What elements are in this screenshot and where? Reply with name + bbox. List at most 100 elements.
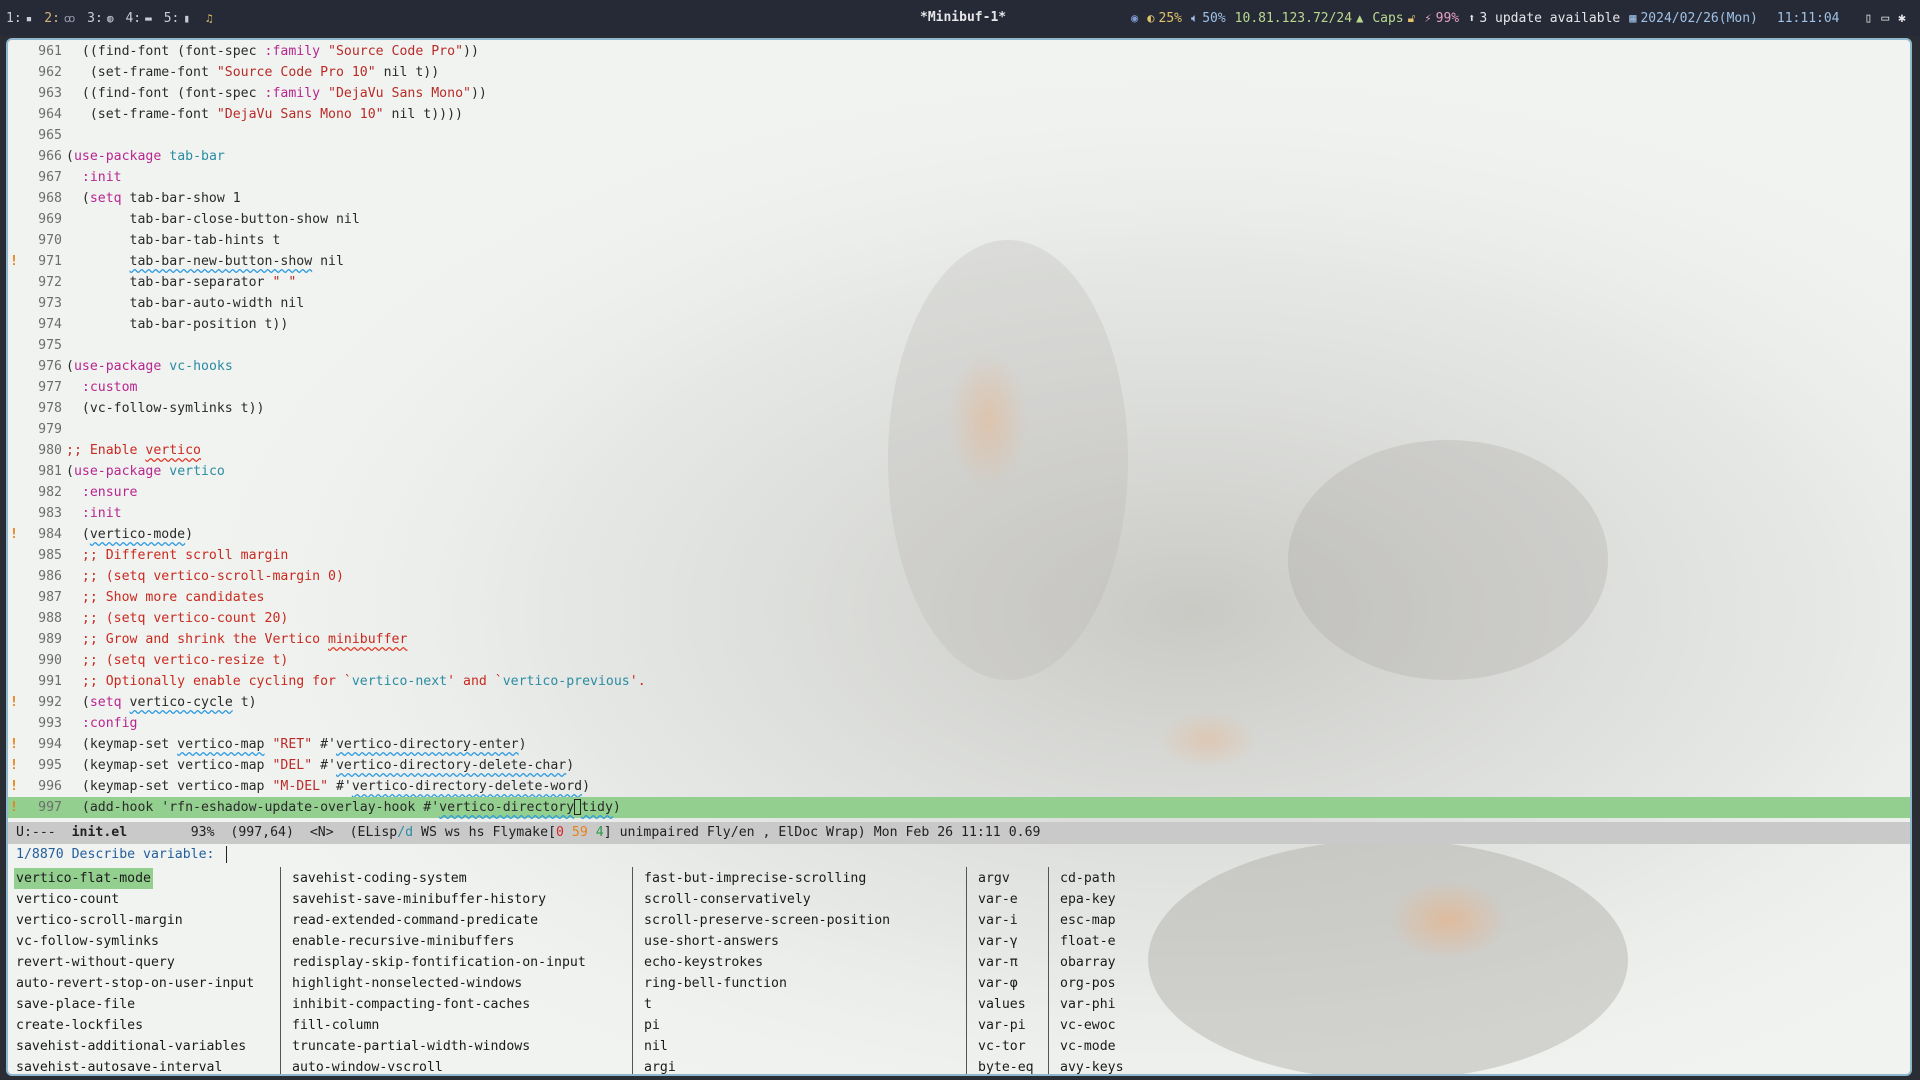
candidate-item[interactable]: revert-without-query	[14, 952, 177, 973]
candidate-item[interactable]: inhibit-compacting-font-caches	[290, 994, 532, 1015]
code-line[interactable]: 963 ((find-font (font-spec :family "Deja…	[8, 83, 1910, 104]
candidate-item[interactable]: argi	[642, 1057, 678, 1074]
code-line[interactable]: 962 (set-frame-font "Source Code Pro 10"…	[8, 62, 1910, 83]
brightness-indicator[interactable]: ◐ 25%	[1147, 11, 1182, 26]
candidate-item[interactable]: obarray	[1058, 952, 1118, 973]
code-line[interactable]: 975	[8, 335, 1910, 356]
candidate-item[interactable]: var-φ	[976, 973, 1020, 994]
candidate-item[interactable]: echo-keystrokes	[642, 952, 765, 973]
candidate-item[interactable]: enable-recursive-minibuffers	[290, 931, 516, 952]
candidate-item[interactable]: var-γ	[976, 931, 1020, 952]
code-line[interactable]: 970 tab-bar-tab-hints t	[8, 230, 1910, 251]
buffer-name[interactable]: init.el	[72, 825, 128, 840]
candidate-item[interactable]: var-phi	[1058, 994, 1118, 1015]
code-line[interactable]: 972 tab-bar-separator " "	[8, 272, 1910, 293]
code-line[interactable]: 974 tab-bar-position t))	[8, 314, 1910, 335]
network-indicator[interactable]: 10.81.123.72/24 ▲	[1235, 11, 1364, 26]
current-code-line[interactable]: ! 997 (add-hook 'rfn-eshadow-update-overl…	[8, 797, 1910, 818]
code-line[interactable]: 991 ;; Optionally enable cycling for `ve…	[8, 671, 1910, 692]
code-line[interactable]: ! 992 (setq vertico-cycle t)	[8, 692, 1910, 713]
workspace-5[interactable]: 5: ▮	[164, 11, 190, 26]
code-line[interactable]: 968 (setq tab-bar-show 1	[8, 188, 1910, 209]
visibility-indicator[interactable]: ◉	[1131, 11, 1138, 25]
minor-modes[interactable]: WS ws hs Flymake[	[413, 825, 556, 840]
candidate-item[interactable]: savehist-autosave-interval	[14, 1057, 224, 1074]
code-line[interactable]: ! 996 (keymap-set vertico-map "M-DEL" #'v…	[8, 776, 1910, 797]
code-line[interactable]: 969 tab-bar-close-button-show nil	[8, 209, 1910, 230]
code-line[interactable]: 965	[8, 125, 1910, 146]
workspace-3[interactable]: 3: ◍	[87, 11, 113, 26]
phone-icon[interactable]: ▯	[1865, 11, 1873, 26]
battery-indicator[interactable]: ⚡︎ 99%	[1424, 11, 1459, 26]
volume-indicator[interactable]: 🔈︎ 50%	[1191, 11, 1226, 26]
candidate-item[interactable]: fill-column	[290, 1015, 381, 1036]
minibuffer[interactable]: 1/8870 Describe variable: vertico-flat-m…	[8, 844, 1910, 1074]
flymake-errors[interactable]: 0	[556, 825, 564, 840]
candidate-item[interactable]: ring-bell-function	[642, 973, 789, 994]
editor-window[interactable]: 961 ((find-font (font-spec :family "Sour…	[8, 41, 1910, 822]
workspace-6[interactable]: ♫	[202, 12, 213, 25]
code-line[interactable]: 990 ;; (setq vertico-resize t)	[8, 650, 1910, 671]
candidate-item[interactable]: vertico-scroll-margin	[14, 910, 185, 931]
bluetooth-icon[interactable]: ✱	[1898, 11, 1906, 26]
code-line[interactable]: 976 (use-package vc-hooks	[8, 356, 1910, 377]
candidate-item[interactable]: t	[642, 994, 654, 1015]
candidate-item[interactable]: auto-window-vscroll	[290, 1057, 445, 1074]
code-line[interactable]: 961 ((find-font (font-spec :family "Sour…	[8, 41, 1910, 62]
code-line[interactable]: 967 :init	[8, 167, 1910, 188]
code-line[interactable]: 982 :ensure	[8, 482, 1910, 503]
candidate-item[interactable]: nil	[642, 1036, 670, 1057]
selected-candidate[interactable]: vertico-flat-mode	[14, 868, 153, 889]
candidate-item[interactable]: auto-revert-stop-on-user-input	[14, 973, 256, 994]
code-line[interactable]: 979	[8, 419, 1910, 440]
major-mode[interactable]: (ELisp	[350, 825, 398, 840]
workspace-4[interactable]: 4: ▬	[125, 11, 151, 26]
candidate-item[interactable]: vc-ewoc	[1058, 1015, 1118, 1036]
candidate-item[interactable]: vc-follow-symlinks	[14, 931, 161, 952]
candidate-item[interactable]: highlight-nonselected-windows	[290, 973, 524, 994]
candidate-item[interactable]: argv	[976, 868, 1012, 889]
candidate-item[interactable]: var-π	[976, 952, 1020, 973]
candidate-item[interactable]: vc-mode	[1058, 1036, 1118, 1057]
code-line[interactable]: 978 (vc-follow-symlinks t))	[8, 398, 1910, 419]
candidate-item[interactable]: save-place-file	[14, 994, 137, 1015]
workspace-2[interactable]: 2: ꝏ	[44, 11, 75, 26]
clock[interactable]: 11:11:04	[1777, 11, 1840, 26]
candidate-item[interactable]: esc-map	[1058, 910, 1118, 931]
candidate-item[interactable]: savehist-coding-system	[290, 868, 469, 889]
candidate-item[interactable]: redisplay-skip-fontification-on-input	[290, 952, 588, 973]
candidate-item[interactable]: create-lockfiles	[14, 1015, 145, 1036]
date-indicator[interactable]: ▦ 2024/02/26(Mon)	[1629, 11, 1758, 26]
candidate-item[interactable]: vertico-count	[14, 889, 121, 910]
candidate-item[interactable]: values	[976, 994, 1028, 1015]
candidate-item[interactable]: byte-eq	[976, 1057, 1036, 1074]
code-line[interactable]: 973 tab-bar-auto-width nil	[8, 293, 1910, 314]
candidate-item[interactable]: var-i	[976, 910, 1020, 931]
code-line[interactable]: ! 994 (keymap-set vertico-map "RET" #'ver…	[8, 734, 1910, 755]
candidate-item[interactable]: vc-tor	[976, 1036, 1028, 1057]
candidate-item[interactable]: scroll-conservatively	[642, 889, 813, 910]
candidate-item[interactable]: float-e	[1058, 931, 1118, 952]
candidate-item[interactable]: cd-path	[1058, 868, 1118, 889]
minibuffer-prompt[interactable]: 1/8870 Describe variable:	[16, 844, 228, 865]
candidate-item[interactable]: epa-key	[1058, 889, 1118, 910]
workspace-1[interactable]: 1: ▪	[6, 11, 32, 26]
code-line[interactable]: 985 ;; Different scroll margin	[8, 545, 1910, 566]
candidate-item[interactable]: use-short-answers	[642, 931, 781, 952]
code-line[interactable]: ! 995 (keymap-set vertico-map "DEL" #'ver…	[8, 755, 1910, 776]
code-line[interactable]: 986 ;; (setq vertico-scroll-margin 0)	[8, 566, 1910, 587]
candidate-item[interactable]: savehist-save-minibuffer-history	[290, 889, 548, 910]
flymake-notes[interactable]: 4	[596, 825, 604, 840]
candidate-item[interactable]: read-extended-command-predicate	[290, 910, 540, 931]
code-line[interactable]: 989 ;; Grow and shrink the Vertico minib…	[8, 629, 1910, 650]
code-line[interactable]: 966 (use-package tab-bar	[8, 146, 1910, 167]
candidate-item[interactable]: var-pi	[976, 1015, 1028, 1036]
flymake-warnings[interactable]: 59	[572, 825, 588, 840]
code-line[interactable]: 993 :config	[8, 713, 1910, 734]
code-line[interactable]: 983 :init	[8, 503, 1910, 524]
candidate-item[interactable]: truncate-partial-width-windows	[290, 1036, 532, 1057]
code-line[interactable]: 988 ;; (setq vertico-count 20)	[8, 608, 1910, 629]
code-line[interactable]: 981 (use-package vertico	[8, 461, 1910, 482]
candidate-item[interactable]: var-e	[976, 889, 1020, 910]
candidate-item[interactable]: org-pos	[1058, 973, 1118, 994]
